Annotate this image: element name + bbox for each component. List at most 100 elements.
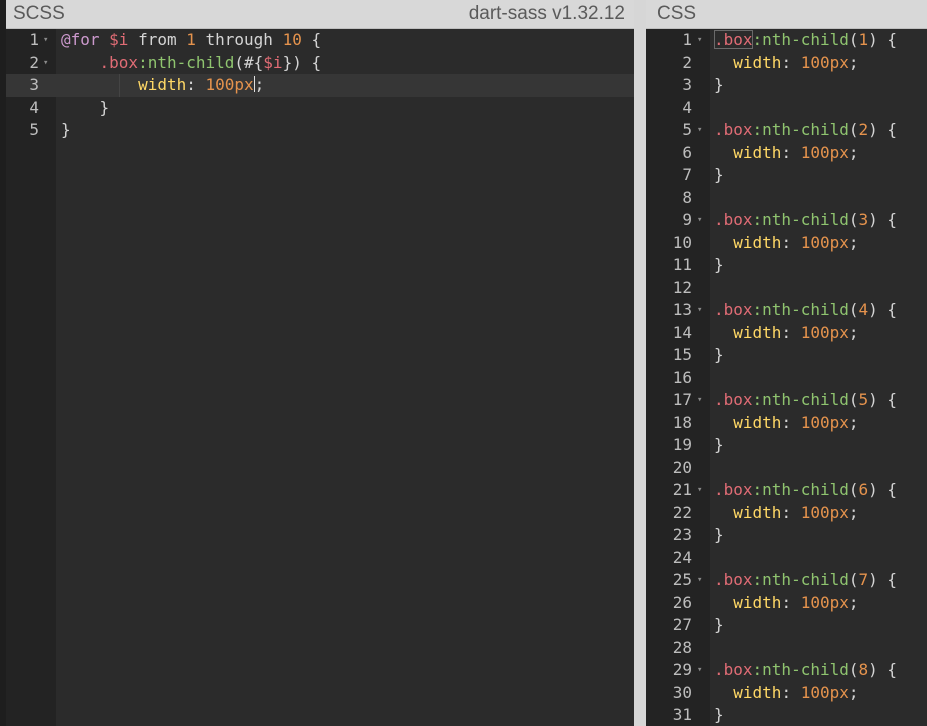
token-punct: :	[781, 592, 801, 612]
pane-splitter[interactable]	[634, 0, 646, 726]
css-property: width	[733, 592, 782, 612]
css-line: 23}	[646, 524, 927, 547]
token-paren: (	[848, 570, 859, 589]
css-selector-class: .box	[714, 210, 753, 229]
token-plain: {	[301, 30, 322, 49]
token-plain: from	[128, 30, 187, 49]
fold-arrow-icon[interactable]: ▾	[697, 299, 702, 322]
token-plain: {	[877, 480, 898, 499]
fold-arrow-icon[interactable]: ▾	[697, 479, 702, 502]
line-number: 11	[672, 255, 692, 274]
line-number: 14	[672, 322, 692, 342]
css-selector-pseudo: :nth-child	[752, 390, 849, 409]
code-text: .box:nth-child(7) {	[714, 569, 897, 592]
token-punct: ;	[848, 592, 859, 612]
line-number: 2	[682, 52, 692, 72]
fold-arrow-icon[interactable]: ▾	[697, 569, 702, 592]
token-punct: :	[781, 322, 801, 342]
css-selector-index: 8	[858, 660, 869, 679]
code-text: @for $i from 1 through 10 {	[61, 29, 321, 52]
scss-line: 3 width: 100px;	[6, 74, 634, 97]
css-property: width	[733, 232, 782, 252]
token-number: 100	[205, 75, 235, 94]
css-line: 4	[646, 97, 927, 120]
code-text: }	[61, 97, 110, 120]
token-plain: {	[877, 30, 898, 49]
fold-arrow-icon[interactable]: ▾	[697, 209, 702, 232]
line-number: 17	[672, 390, 692, 409]
token-plain: }	[714, 615, 724, 634]
code-text: .box:nth-child(5) {	[714, 389, 897, 412]
compiler-version-selector[interactable]: dart-sass v1.32.12	[469, 3, 625, 25]
token-paren: )	[868, 660, 878, 679]
token-plain: }	[714, 525, 724, 544]
token-punct: ;	[848, 412, 859, 432]
token-pseudo: :nth-child	[138, 52, 235, 72]
css-unit: px	[829, 682, 849, 702]
line-number: 23	[672, 525, 692, 544]
token-punct: :	[781, 412, 801, 432]
code-text: }	[714, 434, 724, 457]
fold-arrow-icon[interactable]: ▾	[43, 29, 48, 52]
css-value: 100	[800, 412, 830, 432]
token-punct: :	[781, 682, 801, 702]
css-line: 3}	[646, 74, 927, 97]
token-selector: .box	[99, 52, 139, 72]
code-text: .box:nth-child(4) {	[714, 299, 897, 322]
css-selector-class: .box	[714, 570, 753, 589]
token-plain: {	[877, 390, 898, 409]
token-interp: #{	[244, 52, 264, 72]
css-line: 10 width: 100px;	[646, 232, 927, 255]
token-plain: }	[714, 705, 724, 724]
line-number: 26	[672, 592, 692, 612]
css-unit: px	[829, 412, 849, 432]
token-punct: :	[781, 502, 801, 522]
token-plain: {	[877, 210, 898, 229]
fold-arrow-icon[interactable]: ▾	[697, 659, 702, 682]
sass-playground: SCSS dart-sass v1.32.12 1 ▾ @for $i from 1…	[0, 0, 927, 726]
css-line: 27}	[646, 614, 927, 637]
fold-arrow-icon[interactable]: ▾	[697, 29, 702, 52]
code-text: .box:nth-child(2) {	[714, 119, 897, 142]
token-paren: (	[848, 480, 859, 499]
line-number: 24	[672, 547, 692, 567]
css-selector-pseudo: :nth-child	[752, 480, 849, 499]
code-text: width: 100px;	[714, 52, 858, 75]
fold-arrow-icon[interactable]: ▾	[697, 119, 702, 142]
code-text: }	[61, 119, 71, 142]
token-punct: ;	[848, 232, 859, 252]
line-number: 7	[682, 165, 692, 184]
fold-arrow-icon[interactable]: ▾	[697, 389, 702, 412]
line-number: 13	[672, 300, 692, 319]
line-number: 2	[29, 52, 39, 72]
css-editor[interactable]: 1 ▾ .box:nth-child(1) {2 width: 100px; 3} 4 5…	[646, 29, 927, 726]
css-line: 24	[646, 547, 927, 570]
css-selector-index: 5	[858, 390, 869, 409]
code-text: .box:nth-child(8) {	[714, 659, 897, 682]
token-punct: :	[186, 75, 206, 94]
scss-editor[interactable]: 1 ▾ @for $i from 1 through 10 {2 ▾ .box:nth…	[6, 29, 634, 726]
css-selector-index: 3	[858, 210, 869, 229]
code-text: width: 100px;	[714, 232, 859, 255]
css-line: 14 width: 100px;	[646, 322, 927, 345]
line-number: 28	[672, 637, 692, 657]
css-line: 16	[646, 367, 927, 390]
line-number: 10	[672, 232, 692, 252]
code-text: width: 100px;	[714, 502, 858, 525]
css-property: width	[733, 52, 782, 72]
scss-title: SCSS	[13, 3, 65, 24]
line-number: 9	[682, 210, 692, 229]
fold-arrow-icon[interactable]: ▾	[43, 52, 48, 75]
code-text: width: 100px;	[714, 322, 858, 345]
css-property: width	[733, 142, 782, 162]
scss-header: SCSS dart-sass v1.32.12	[6, 0, 634, 29]
css-selector-pseudo: :nth-child	[752, 660, 849, 679]
token-plain: }	[714, 165, 724, 184]
css-line: 9 ▾ .box:nth-child(3) {	[646, 209, 927, 232]
token-unit: px	[234, 75, 254, 94]
token-punct: ;	[848, 142, 859, 162]
css-value: 100	[800, 322, 830, 342]
css-line: 30 width: 100px;	[646, 682, 927, 705]
token-plain: }	[714, 255, 724, 274]
css-line: 11}	[646, 254, 927, 277]
